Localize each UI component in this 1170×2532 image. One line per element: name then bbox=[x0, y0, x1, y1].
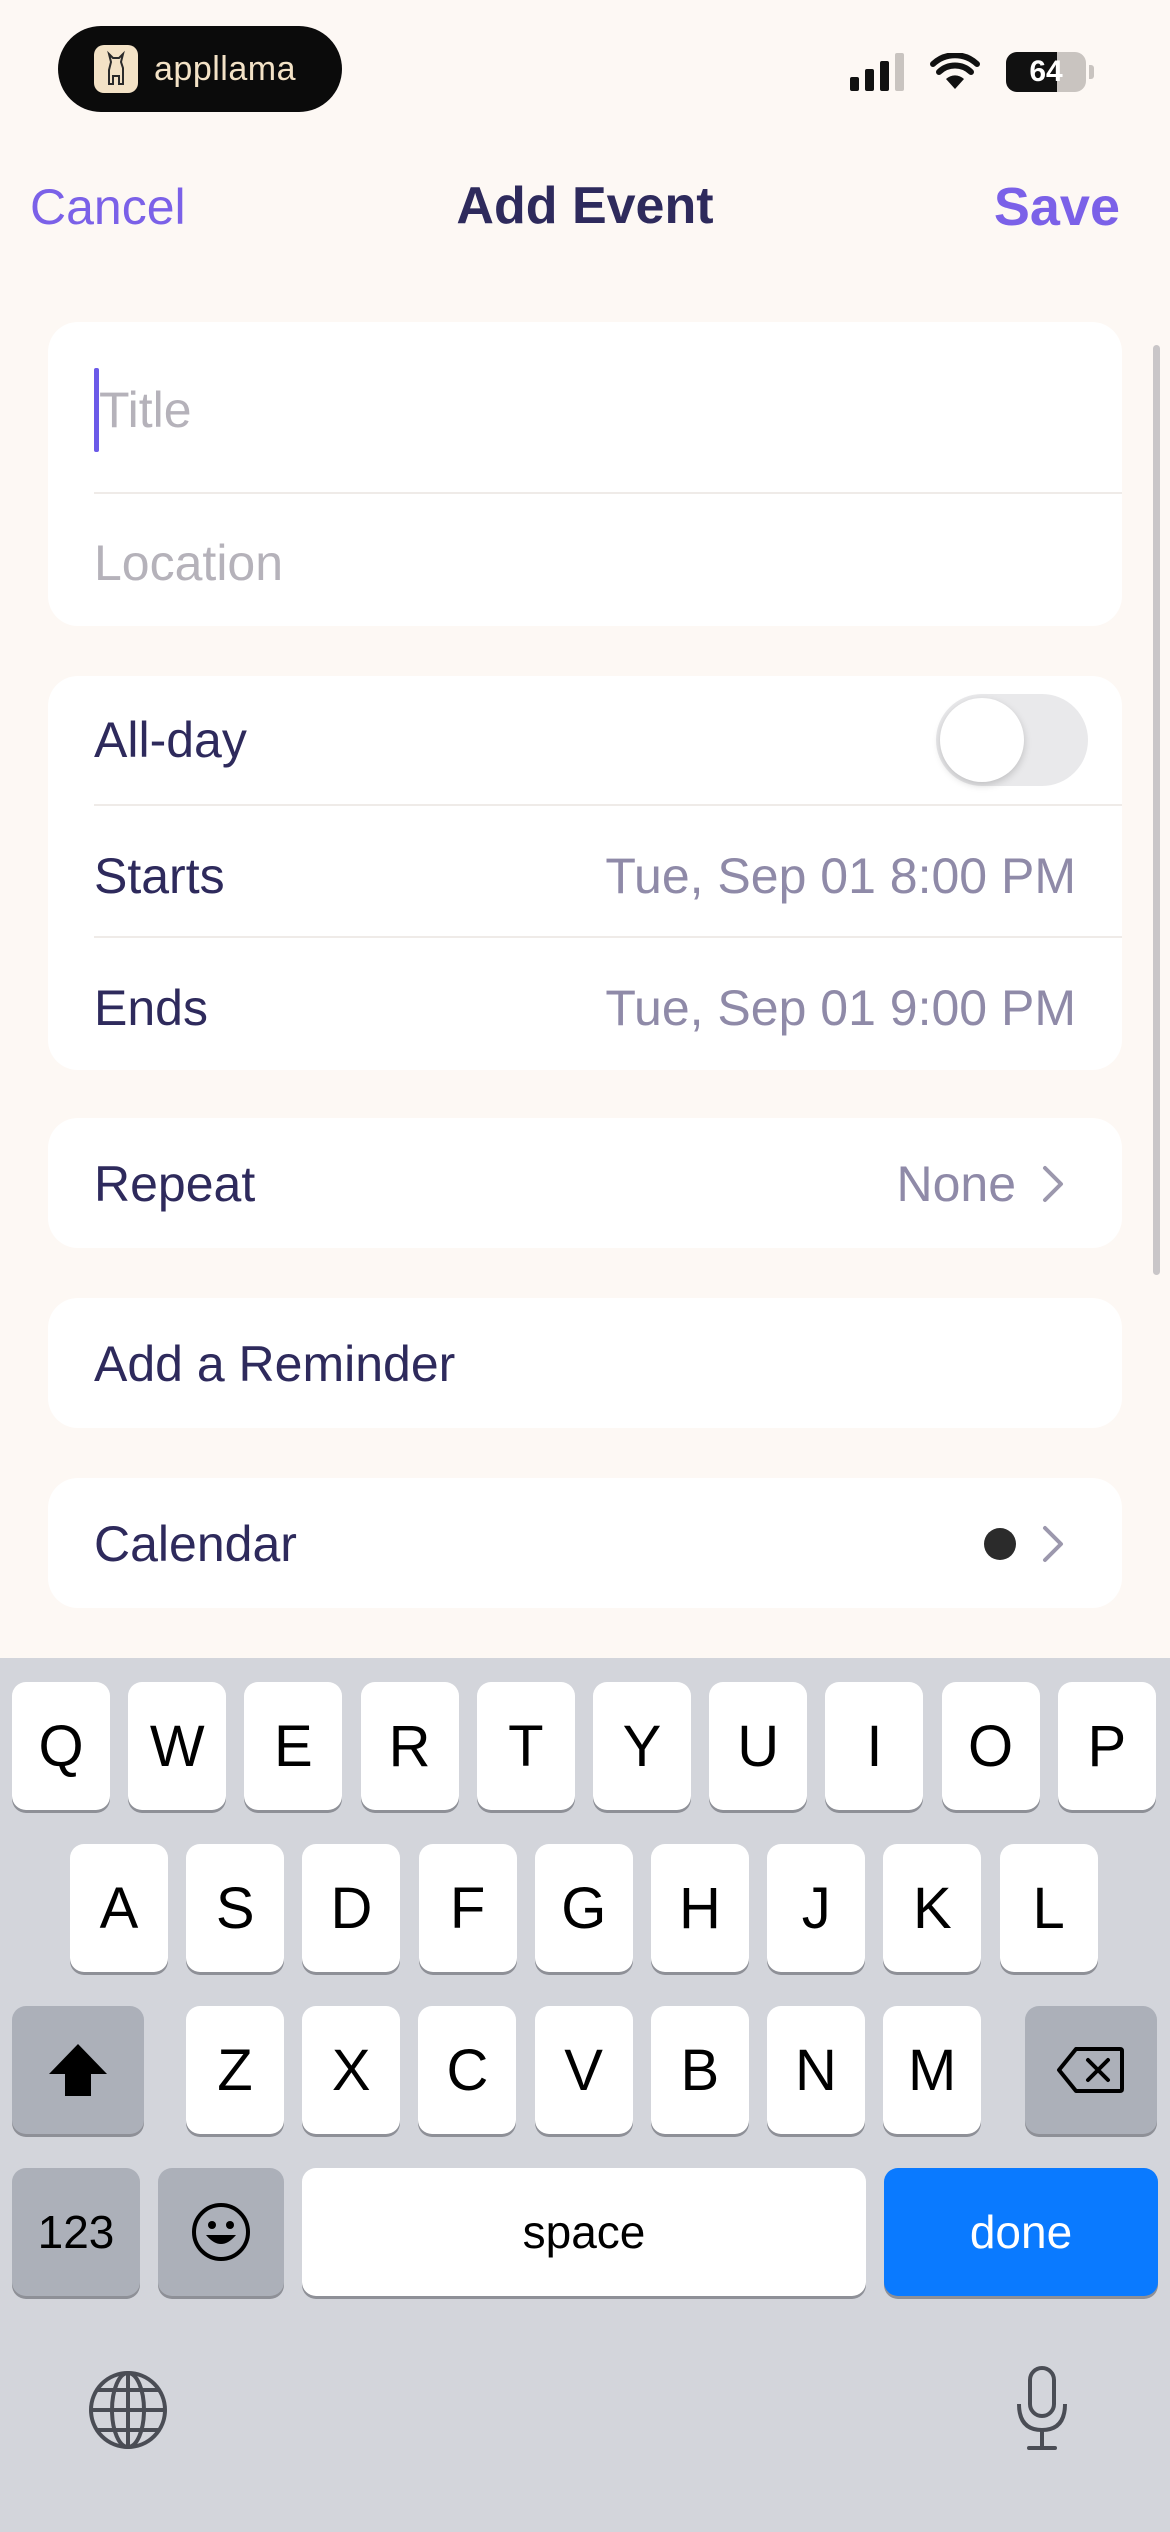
calendar-label: Calendar bbox=[94, 1516, 297, 1572]
title-placeholder: Title bbox=[99, 382, 192, 438]
done-key[interactable]: done bbox=[884, 2168, 1158, 2296]
key-l[interactable]: L bbox=[999, 1844, 1098, 1972]
key-u[interactable]: U bbox=[709, 1682, 808, 1810]
key-v[interactable]: V bbox=[534, 2006, 633, 2134]
repeat-label: Repeat bbox=[94, 1156, 256, 1212]
ends-row[interactable]: Ends Tue, Sep 01 9:00 PM bbox=[94, 958, 1076, 1058]
key-i[interactable]: I bbox=[825, 1682, 924, 1810]
app-pill-name: appllama bbox=[154, 49, 296, 88]
status-icons: 64 bbox=[850, 52, 1094, 92]
key-q[interactable]: Q bbox=[12, 1682, 110, 1810]
key-d[interactable]: D bbox=[302, 1844, 401, 1972]
emoji-key[interactable] bbox=[158, 2168, 284, 2296]
key-r[interactable]: R bbox=[360, 1682, 459, 1810]
key-b[interactable]: B bbox=[650, 2006, 749, 2134]
title-input[interactable]: Title bbox=[94, 364, 1076, 456]
key-a[interactable]: A bbox=[70, 1844, 168, 1972]
key-e[interactable]: E bbox=[244, 1682, 343, 1810]
ends-value[interactable]: Tue, Sep 01 9:00 PM bbox=[605, 979, 1076, 1037]
repeat-value: None bbox=[896, 1156, 1016, 1212]
key-j[interactable]: J bbox=[767, 1844, 866, 1972]
key-f[interactable]: F bbox=[418, 1844, 517, 1972]
key-o[interactable]: O bbox=[941, 1682, 1040, 1810]
location-placeholder: Location bbox=[94, 535, 284, 591]
shift-icon bbox=[49, 2044, 107, 2096]
key-t[interactable]: T bbox=[476, 1682, 575, 1810]
cellular-signal-icon bbox=[850, 53, 904, 91]
ends-label: Ends bbox=[94, 980, 208, 1036]
chevron-right-icon bbox=[1043, 1526, 1063, 1562]
shift-key[interactable] bbox=[12, 2006, 144, 2134]
key-s[interactable]: S bbox=[186, 1844, 285, 1972]
keyboard: QWERTYUIOP ASDFGHJKL ZXCVBNM 123 space d… bbox=[0, 1658, 1170, 2532]
backspace-icon bbox=[1057, 2047, 1124, 2093]
calendar-row[interactable]: Calendar bbox=[94, 1494, 1066, 1594]
battery-icon: 64 bbox=[1006, 52, 1086, 92]
emoji-icon bbox=[192, 2203, 250, 2261]
all-day-label: All-day bbox=[94, 712, 247, 768]
title-location-card: Title Location bbox=[48, 322, 1122, 626]
globe-icon bbox=[89, 2371, 167, 2449]
all-day-row: All-day bbox=[94, 690, 1088, 790]
wifi-icon bbox=[930, 53, 980, 89]
key-h[interactable]: H bbox=[651, 1844, 749, 1972]
key-p[interactable]: P bbox=[1057, 1682, 1156, 1810]
app-indicator-pill[interactable]: appllama bbox=[58, 26, 342, 112]
scroll-indicator[interactable] bbox=[1153, 345, 1160, 1275]
nav-bar: Cancel Add Event Save bbox=[0, 160, 1170, 256]
key-g[interactable]: G bbox=[534, 1844, 633, 1972]
time-card: All-day Starts Tue, Sep 01 8:00 PM Ends … bbox=[48, 676, 1122, 1070]
microphone-icon bbox=[1017, 2366, 1067, 2450]
location-input[interactable]: Location bbox=[94, 518, 1076, 608]
toggle-knob bbox=[940, 698, 1024, 782]
reminder-card[interactable]: Add a Reminder bbox=[48, 1298, 1122, 1428]
status-bar: appllama 64 bbox=[0, 0, 1170, 140]
globe-key[interactable] bbox=[82, 2364, 174, 2456]
key-x[interactable]: X bbox=[302, 2006, 401, 2134]
starts-label: Starts bbox=[94, 848, 225, 904]
starts-row[interactable]: Starts Tue, Sep 01 8:00 PM bbox=[94, 826, 1076, 926]
key-c[interactable]: C bbox=[418, 2006, 517, 2134]
repeat-card[interactable]: Repeat None bbox=[48, 1118, 1122, 1248]
chevron-right-icon bbox=[1043, 1166, 1063, 1202]
reminder-row[interactable]: Add a Reminder bbox=[94, 1314, 1076, 1414]
space-key[interactable]: space bbox=[302, 2168, 866, 2296]
microphone-key[interactable] bbox=[1000, 2358, 1084, 2458]
add-reminder-label: Add a Reminder bbox=[94, 1336, 456, 1392]
battery-level: 64 bbox=[1029, 55, 1063, 88]
key-y[interactable]: Y bbox=[593, 1682, 691, 1810]
key-z[interactable]: Z bbox=[186, 2006, 284, 2134]
repeat-row[interactable]: Repeat None bbox=[94, 1134, 1066, 1234]
llama-logo-icon bbox=[94, 45, 138, 93]
key-n[interactable]: N bbox=[767, 2006, 865, 2134]
numbers-key[interactable]: 123 bbox=[12, 2168, 140, 2296]
key-k[interactable]: K bbox=[883, 1844, 982, 1972]
key-m[interactable]: M bbox=[883, 2006, 982, 2134]
key-w[interactable]: W bbox=[128, 1682, 227, 1810]
all-day-toggle[interactable] bbox=[936, 694, 1088, 786]
starts-value[interactable]: Tue, Sep 01 8:00 PM bbox=[605, 847, 1076, 905]
calendar-color-dot bbox=[984, 1528, 1016, 1560]
calendar-card[interactable]: Calendar bbox=[48, 1478, 1122, 1608]
save-button[interactable]: Save bbox=[994, 176, 1120, 238]
delete-key[interactable] bbox=[1025, 2006, 1157, 2134]
